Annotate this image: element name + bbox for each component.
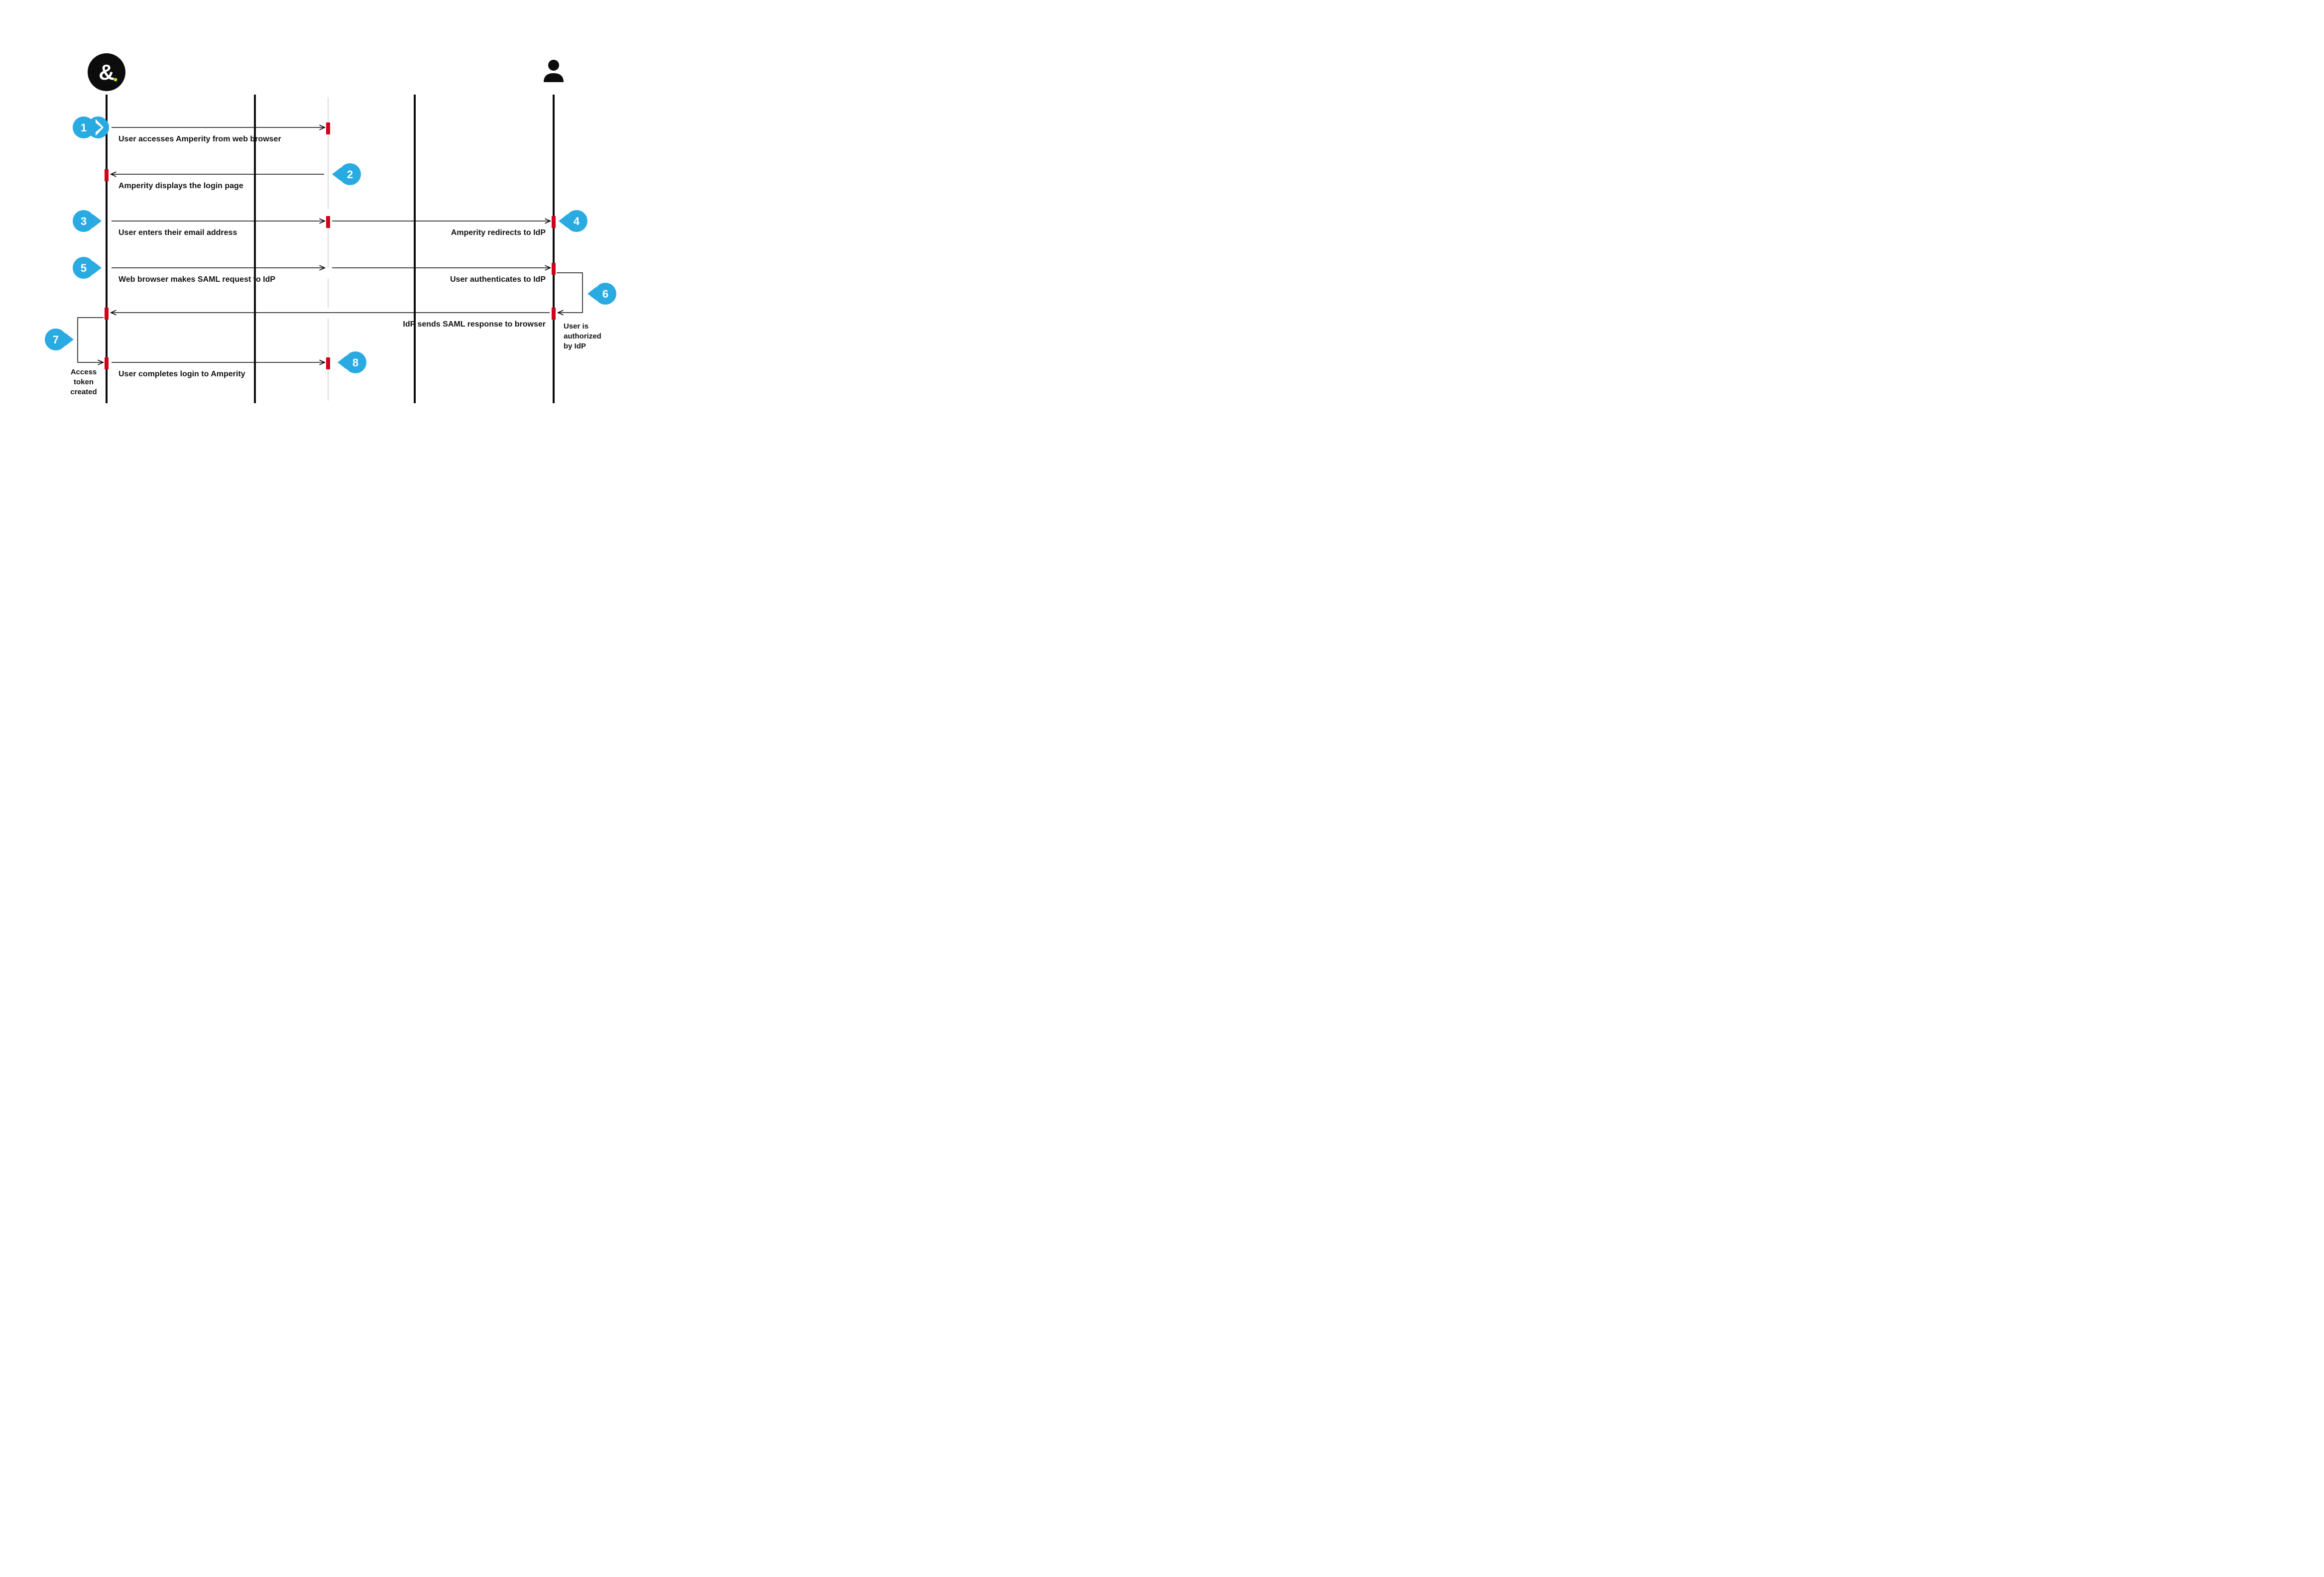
svg-text:&: & [99, 60, 115, 85]
badge-1: 1 [73, 116, 109, 138]
svg-text:2: 2 [347, 168, 353, 181]
svg-text:5: 5 [81, 262, 87, 274]
label-step7b-l3: created [70, 388, 97, 396]
activation-step5b [552, 263, 556, 275]
activation-step4 [552, 216, 556, 228]
svg-text:6: 6 [602, 288, 608, 300]
amperity-logo-icon: & [88, 53, 125, 91]
badge-4: 4 [559, 210, 587, 232]
svg-text:1: 1 [81, 121, 87, 134]
activation-step2 [105, 169, 109, 181]
label-step8: User completes login to Amperity [118, 370, 245, 378]
label-step5: Web browser makes SAML request to IdP [118, 275, 275, 284]
label-step7a: IdP sends SAML response to browser [403, 320, 546, 329]
badge-6: 6 [587, 283, 616, 305]
badge-2: 2 [332, 163, 361, 185]
activation-step7b [105, 357, 109, 369]
activation-step6 [552, 308, 556, 320]
activation-step1 [326, 122, 330, 134]
label-step5b: User authenticates to IdP [450, 275, 546, 284]
activation-step8 [326, 357, 330, 369]
badge-7: 7 [45, 329, 74, 350]
activation-step3 [326, 216, 330, 228]
user-icon [544, 60, 564, 82]
svg-text:4: 4 [574, 215, 580, 227]
sequence-diagram: & User accesses Amperity from web browse… [0, 0, 657, 448]
label-step3: User enters their email address [118, 228, 237, 237]
label-step6b-l1: User is [564, 322, 588, 331]
svg-text:7: 7 [53, 334, 59, 346]
label-step4: Amperity redirects to IdP [451, 228, 546, 237]
badge-8: 8 [338, 351, 366, 373]
svg-text:8: 8 [352, 356, 358, 369]
label-step1: User accesses Amperity from web browser [118, 135, 281, 143]
svg-text:3: 3 [81, 215, 87, 227]
activation-step7 [105, 308, 109, 320]
label-step6b-l2: authorized [564, 332, 601, 340]
label-step2: Amperity displays the login page [118, 182, 243, 190]
label-step7b-l1: Access [71, 368, 97, 376]
self-loop-7 [78, 318, 104, 362]
self-loop-6 [557, 273, 582, 313]
label-step6b-l3: by IdP [564, 342, 586, 350]
label-step7b-l2: token [74, 378, 94, 386]
badge-3: 3 [73, 210, 102, 232]
badge-5: 5 [73, 257, 102, 279]
